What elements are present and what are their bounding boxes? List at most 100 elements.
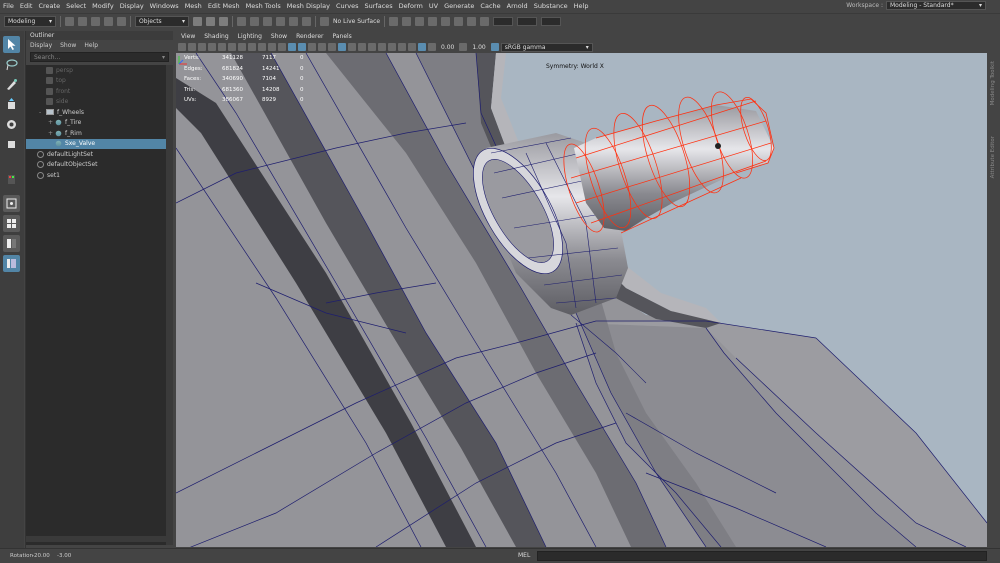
menu-arnold[interactable]: Arnold xyxy=(504,2,531,10)
lasso-tool-button[interactable] xyxy=(3,56,20,73)
workspace-dropdown[interactable]: Modeling - Standard* ▾ xyxy=(886,1,986,10)
outliner-item[interactable]: Sxe_Valve xyxy=(26,138,166,149)
outliner-item[interactable]: top xyxy=(26,76,166,87)
viewport-menu-renderer[interactable]: Renderer xyxy=(296,33,323,40)
snap-live-icon[interactable] xyxy=(302,17,311,26)
expand-toggle-icon[interactable]: - xyxy=(39,109,46,116)
snap-view-icon[interactable] xyxy=(276,17,285,26)
xray-joints-icon[interactable] xyxy=(358,43,366,51)
transform-y-field[interactable] xyxy=(517,17,538,26)
outliner-item[interactable]: + f_Tire xyxy=(26,118,166,129)
menu-mesh[interactable]: Mesh xyxy=(182,2,205,10)
menu-surfaces[interactable]: Surfaces xyxy=(362,2,396,10)
open-scene-icon[interactable] xyxy=(78,17,87,26)
image-plane-icon[interactable] xyxy=(208,43,216,51)
symmetry-icon[interactable] xyxy=(389,17,399,26)
textured-icon[interactable] xyxy=(318,43,326,51)
shadows-icon[interactable] xyxy=(368,43,376,51)
menu-cache[interactable]: Cache xyxy=(477,2,503,10)
outliner-horizontal-scrollbar[interactable] xyxy=(26,536,166,542)
viewport-menu-lighting[interactable]: Lighting xyxy=(238,33,262,40)
anti-aliasing-icon[interactable] xyxy=(398,43,406,51)
menu-select[interactable]: Select xyxy=(63,2,89,10)
film-gate-icon[interactable] xyxy=(228,43,236,51)
ipr-render-icon[interactable] xyxy=(415,17,425,26)
outliner-item[interactable]: defaultLightSet xyxy=(26,149,166,160)
color-management-icon[interactable] xyxy=(490,43,499,51)
last-tool-button[interactable] xyxy=(3,171,20,188)
camera-lock-icon[interactable] xyxy=(188,43,196,51)
outliner-item[interactable]: defaultObjectSet xyxy=(26,160,166,171)
field-chart-icon[interactable] xyxy=(258,43,266,51)
menu-file[interactable]: File xyxy=(0,2,17,10)
layout-four-button[interactable] xyxy=(3,215,20,232)
exposure-value[interactable]: 0.00 xyxy=(441,44,454,51)
snap-surface-icon[interactable] xyxy=(289,17,298,26)
outliner-menu-help[interactable]: Help xyxy=(84,42,98,49)
isolate-select-icon[interactable] xyxy=(418,43,426,51)
exposure-icon[interactable] xyxy=(428,43,436,51)
outliner-menu-display[interactable]: Display xyxy=(30,42,52,49)
menu-display[interactable]: Display xyxy=(117,2,147,10)
layout-outliner-button[interactable] xyxy=(3,255,20,272)
select-object-icon[interactable] xyxy=(206,17,215,26)
select-tool-button[interactable] xyxy=(3,36,20,53)
safe-title-icon[interactable] xyxy=(278,43,286,51)
snap-curve-icon[interactable] xyxy=(250,17,259,26)
render-view-icon[interactable] xyxy=(454,17,464,26)
outliner-item[interactable]: + f_Rim xyxy=(26,128,166,139)
move-tool-button[interactable] xyxy=(3,96,20,113)
scale-tool-button[interactable] xyxy=(3,136,20,153)
outliner-vertical-scrollbar[interactable] xyxy=(166,65,173,545)
expand-toggle-icon[interactable]: + xyxy=(48,130,55,137)
use-all-lights-icon[interactable] xyxy=(328,43,336,51)
menu-curves[interactable]: Curves xyxy=(333,2,362,10)
layout-single-button[interactable] xyxy=(3,195,20,212)
outliner-menu-show[interactable]: Show xyxy=(60,42,76,49)
input-output-icon[interactable] xyxy=(320,17,329,26)
gamma-icon[interactable] xyxy=(459,43,468,51)
viewport-menu-panels[interactable]: Panels xyxy=(332,33,351,40)
menuset-dropdown[interactable]: Modeling ▾ xyxy=(4,16,56,27)
menu-generate[interactable]: Generate xyxy=(441,2,477,10)
expand-toggle-icon[interactable]: + xyxy=(48,119,55,126)
wireframe-on-shaded-icon[interactable] xyxy=(338,43,346,51)
new-scene-icon[interactable] xyxy=(65,17,74,26)
menu-edit[interactable]: Edit xyxy=(17,2,36,10)
outliner-item[interactable]: front xyxy=(26,86,166,97)
gamma-value[interactable]: 1.00 xyxy=(472,44,485,51)
safe-action-icon[interactable] xyxy=(268,43,276,51)
selection-mode-dropdown[interactable]: Objects ▾ xyxy=(135,16,189,27)
ambient-occlusion-icon[interactable] xyxy=(378,43,386,51)
menu-mesh-tools[interactable]: Mesh Tools xyxy=(243,2,284,10)
camera-attributes-icon[interactable] xyxy=(178,43,186,51)
resolution-gate-icon[interactable] xyxy=(238,43,246,51)
menu-uv[interactable]: UV xyxy=(426,2,441,10)
layout-two-button[interactable] xyxy=(3,235,20,252)
undo-icon[interactable] xyxy=(104,17,113,26)
hypershade-icon[interactable] xyxy=(441,17,451,26)
render-current-frame-icon[interactable] xyxy=(402,17,412,26)
outliner-item[interactable]: persp xyxy=(26,65,166,76)
transform-x-field[interactable] xyxy=(493,17,514,26)
default-material-icon[interactable] xyxy=(308,43,316,51)
attribute-editor-tab[interactable]: Attribute Editor xyxy=(990,136,996,178)
wireframe-icon[interactable] xyxy=(288,43,296,51)
outliner-search-input[interactable]: Search... ▾ xyxy=(30,52,169,62)
command-line-input[interactable] xyxy=(537,551,987,561)
transform-z-field[interactable] xyxy=(541,17,562,26)
3d-viewport[interactable]: Verts: 341128 7117 0 Edges: 681824 14241 0 Faces… xyxy=(176,53,987,547)
gate-mask-icon[interactable] xyxy=(248,43,256,51)
menu-help[interactable]: Help xyxy=(571,2,592,10)
lock-icon[interactable] xyxy=(467,17,477,26)
viewport-menu-show[interactable]: Show xyxy=(271,33,287,40)
paint-select-tool-button[interactable] xyxy=(3,76,20,93)
menu-mesh-display[interactable]: Mesh Display xyxy=(284,2,333,10)
rotate-tool-button[interactable] xyxy=(3,116,20,133)
menu-create[interactable]: Create xyxy=(35,2,63,10)
depth-of-field-icon[interactable] xyxy=(408,43,416,51)
select-hierarchy-icon[interactable] xyxy=(193,17,202,26)
outliner-item[interactable]: - f_Wheels xyxy=(26,107,166,118)
menu-modify[interactable]: Modify xyxy=(89,2,117,10)
snap-grid-icon[interactable] xyxy=(237,17,246,26)
